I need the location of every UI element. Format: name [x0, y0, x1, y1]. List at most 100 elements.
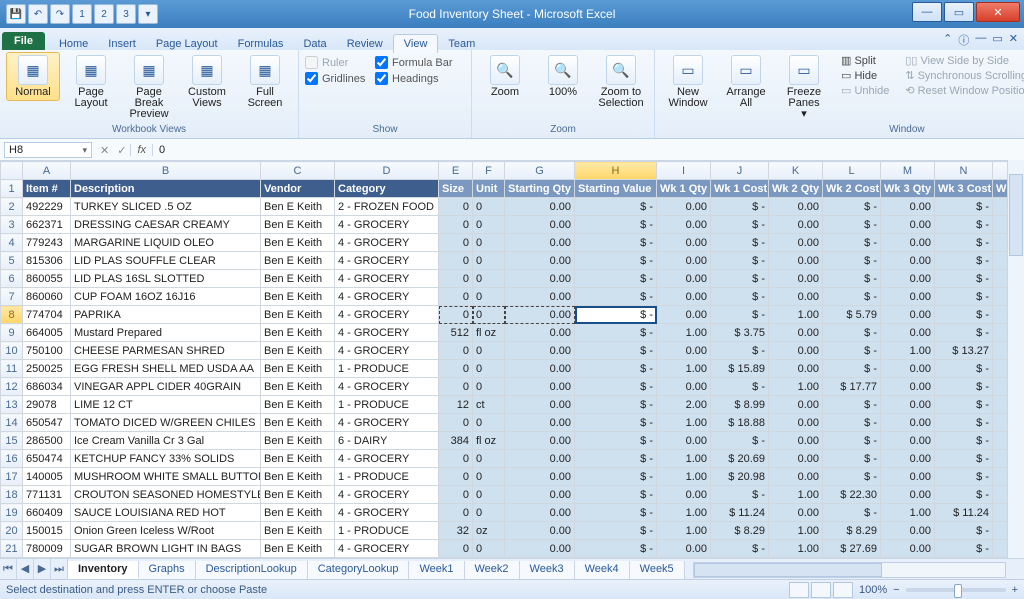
tab-nav-last[interactable]: ⏭: [51, 559, 68, 580]
cell[interactable]: 250025: [23, 360, 71, 378]
row-header[interactable]: 14: [1, 414, 23, 432]
cell[interactable]: 1 - PRODUCE: [335, 396, 439, 414]
cell[interactable]: 686034: [23, 378, 71, 396]
row-header[interactable]: 1: [1, 180, 23, 198]
cell[interactable]: 0.00: [657, 288, 711, 306]
row-header[interactable]: 3: [1, 216, 23, 234]
cell[interactable]: Ice Cream Vanilla Cr 3 Gal: [71, 432, 261, 450]
header-cell[interactable]: Category: [335, 180, 439, 198]
cell[interactable]: MUSHROOM WHITE SMALL BUTTON: [71, 468, 261, 486]
cell[interactable]: 664005: [23, 324, 71, 342]
cell[interactable]: 0.00: [505, 360, 575, 378]
cell[interactable]: 1.00: [657, 450, 711, 468]
cell[interactable]: $ -: [823, 396, 881, 414]
cell[interactable]: 29078: [23, 396, 71, 414]
cell[interactable]: $ -: [935, 378, 993, 396]
cell[interactable]: 0: [439, 306, 473, 324]
cell[interactable]: 0.00: [769, 396, 823, 414]
view-page-break-icon[interactable]: [833, 582, 853, 598]
cell[interactable]: $ -: [823, 288, 881, 306]
sheet-tab-week5[interactable]: Week5: [630, 561, 685, 579]
100--button[interactable]: 🔍100%: [536, 52, 590, 101]
column-header[interactable]: A: [23, 162, 71, 180]
column-header[interactable]: E: [439, 162, 473, 180]
row-header[interactable]: 6: [1, 270, 23, 288]
row-header[interactable]: 8: [1, 306, 23, 324]
cell[interactable]: 0.00: [881, 252, 935, 270]
cell[interactable]: $ -: [935, 468, 993, 486]
cell[interactable]: $ -: [575, 288, 657, 306]
cell[interactable]: 0.00: [769, 288, 823, 306]
cell[interactable]: KETCHUP FANCY 33% SOLIDS: [71, 450, 261, 468]
cell[interactable]: 0.00: [657, 306, 711, 324]
cell[interactable]: $ -: [711, 342, 769, 360]
cell[interactable]: 0.00: [769, 198, 823, 216]
freeze-panes-button[interactable]: ▭Freeze Panes▾: [777, 52, 831, 123]
cell[interactable]: fl oz: [473, 432, 505, 450]
column-header[interactable]: C: [261, 162, 335, 180]
name-box[interactable]: H8▾: [4, 142, 92, 158]
cell[interactable]: 1.00: [881, 504, 935, 522]
cell[interactable]: 0.00: [881, 234, 935, 252]
cell[interactable]: $ -: [935, 522, 993, 540]
header-cell[interactable]: Wk 1 Cost: [711, 180, 769, 198]
cell[interactable]: 0: [473, 252, 505, 270]
cell[interactable]: 4 - GROCERY: [335, 288, 439, 306]
cell[interactable]: $ -: [935, 288, 993, 306]
row-header[interactable]: 12: [1, 378, 23, 396]
tab-insert[interactable]: Insert: [98, 35, 146, 53]
tab-nav-next[interactable]: ▶: [34, 559, 51, 580]
cell[interactable]: $ -: [575, 270, 657, 288]
cell[interactable]: 1 - PRODUCE: [335, 360, 439, 378]
cell[interactable]: 0: [473, 468, 505, 486]
cell[interactable]: Ben E Keith: [261, 342, 335, 360]
cell[interactable]: 0.00: [505, 432, 575, 450]
cell[interactable]: 0.00: [881, 432, 935, 450]
chk-formula-bar[interactable]: Formula Bar: [375, 56, 453, 69]
cell[interactable]: 0.00: [881, 396, 935, 414]
cell[interactable]: Ben E Keith: [261, 306, 335, 324]
cell[interactable]: 0: [439, 342, 473, 360]
cell[interactable]: 0.00: [769, 342, 823, 360]
column-header[interactable]: L: [823, 162, 881, 180]
cell[interactable]: 0.00: [505, 486, 575, 504]
header-cell[interactable]: Wk 3 Qty: [881, 180, 935, 198]
cell[interactable]: 0: [439, 288, 473, 306]
cell[interactable]: $ 3.75: [711, 324, 769, 342]
cell[interactable]: $ -: [575, 234, 657, 252]
cell[interactable]: $ 11.24: [711, 504, 769, 522]
cell[interactable]: $ -: [575, 396, 657, 414]
sheet-tab-week1[interactable]: Week1: [409, 561, 464, 579]
cell[interactable]: $ -: [935, 396, 993, 414]
cell[interactable]: 2.00: [657, 396, 711, 414]
cell[interactable]: 0: [473, 216, 505, 234]
cell[interactable]: 0: [439, 468, 473, 486]
row-header[interactable]: 18: [1, 486, 23, 504]
cell[interactable]: $ -: [711, 306, 769, 324]
cell[interactable]: DRESSING CAESAR CREAMY: [71, 216, 261, 234]
cell[interactable]: CHEESE PARMESAN SHRED: [71, 342, 261, 360]
cell[interactable]: $ -: [823, 198, 881, 216]
cell[interactable]: 1.00: [657, 468, 711, 486]
cell[interactable]: 1.00: [657, 504, 711, 522]
cell[interactable]: $ -: [575, 360, 657, 378]
fx-icon[interactable]: fx: [130, 144, 153, 156]
tab-team[interactable]: Team: [438, 35, 485, 53]
tab-view[interactable]: View: [393, 34, 439, 53]
cell[interactable]: $ 20.98: [711, 468, 769, 486]
cell[interactable]: 2 - FROZEN FOOD: [335, 198, 439, 216]
cell[interactable]: 650474: [23, 450, 71, 468]
cell[interactable]: $ 15.89: [711, 360, 769, 378]
tab-nav-prev[interactable]: ◀: [17, 559, 34, 580]
cell[interactable]: 4 - GROCERY: [335, 540, 439, 558]
normal-button[interactable]: ▦Normal: [6, 52, 60, 101]
column-header[interactable]: K: [769, 162, 823, 180]
header-cell[interactable]: Wk 2 Cost: [823, 180, 881, 198]
column-header[interactable]: D: [335, 162, 439, 180]
enter-icon[interactable]: ✓: [113, 144, 130, 157]
cell[interactable]: 0.00: [505, 324, 575, 342]
cell[interactable]: 0.00: [657, 252, 711, 270]
cell[interactable]: 32: [439, 522, 473, 540]
row-header[interactable]: 19: [1, 504, 23, 522]
cell[interactable]: 0.00: [505, 504, 575, 522]
